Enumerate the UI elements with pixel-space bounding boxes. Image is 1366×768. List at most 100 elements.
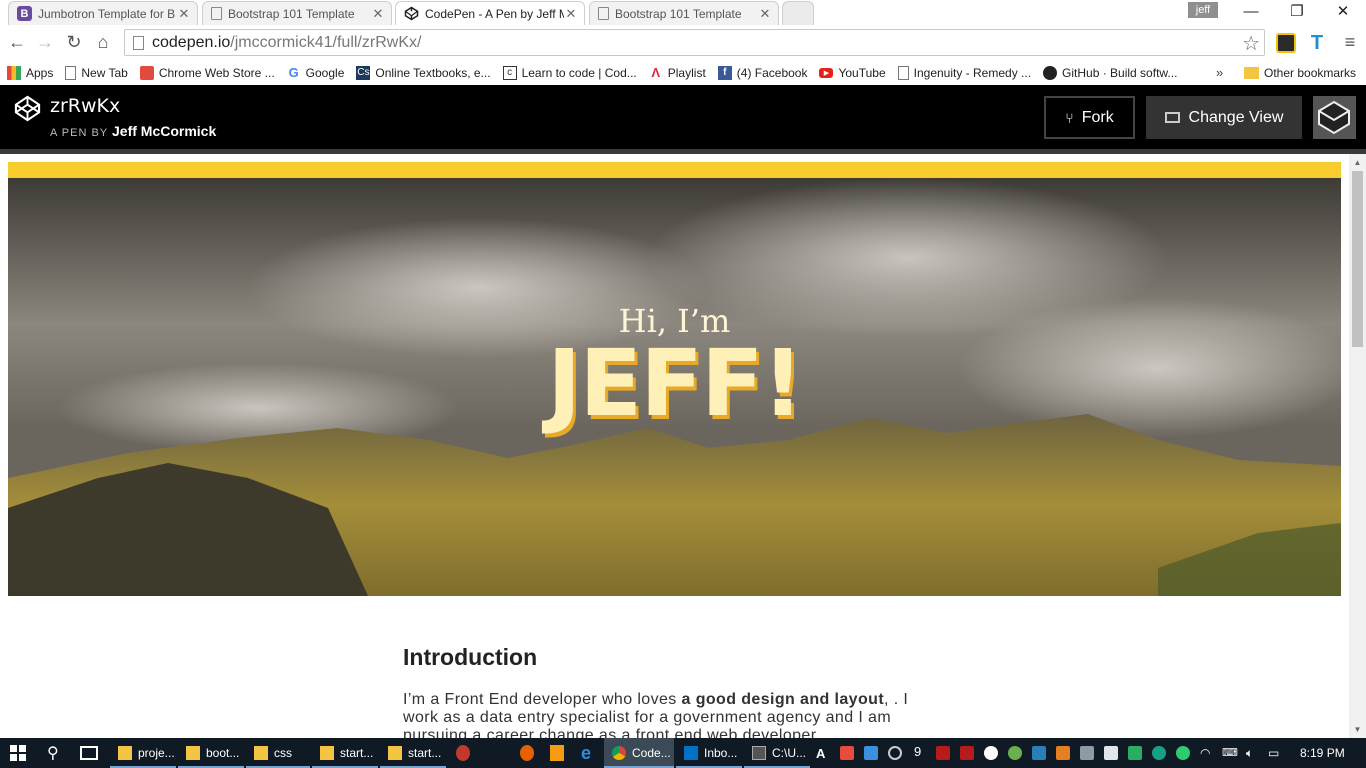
intro-text-bold: a good design and layout [681,691,885,708]
bookmark-playlist[interactable]: Λ Playlist [649,65,705,80]
tray-green-icon[interactable] [1008,746,1022,760]
bookmark-google[interactable]: G Google [287,65,345,80]
tray-grey-icon[interactable] [1080,746,1094,760]
extension-t-icon[interactable]: T [1307,33,1327,53]
codepen-logo-icon[interactable] [14,95,41,122]
user-avatar[interactable] [1313,96,1356,139]
scroll-up-icon[interactable]: ▲ [1349,154,1366,171]
youtube-icon: ▶ [819,67,834,78]
bookmark-label: Chrome Web Store ... [158,65,275,80]
tray-badge[interactable]: 9 [914,744,928,759]
taskbar-clock[interactable]: 8:19 PM [1300,738,1345,768]
pen-byline: A PEN BY Jeff McCormick [50,123,216,139]
scroll-thumb[interactable] [1352,171,1363,347]
bookmark-label: New Tab [81,65,128,80]
extension-checker-icon[interactable] [1276,33,1296,53]
dropbox-icon[interactable] [864,746,878,760]
bookmark-github[interactable]: GitHub · Build softw... [1043,65,1177,80]
taskbar-app-start-1[interactable]: start... [312,738,378,768]
page-icon [211,7,222,20]
notifications-icon[interactable]: ▭ [1268,746,1282,760]
tray-monitor-icon[interactable] [1104,746,1118,760]
bookmark-ingenuity[interactable]: Ingenuity - Remedy ... [897,65,1031,80]
back-button[interactable]: ← [5,30,29,54]
tab-codepen[interactable]: CodePen - A Pen by Jeff M ✕ [395,1,585,25]
tray-app-icon[interactable] [840,746,854,760]
bookmark-facebook[interactable]: f (4) Facebook [717,65,807,80]
taskbar-app-boot[interactable]: boot... [178,738,244,768]
menu-icon[interactable]: ≡ [1340,33,1360,53]
new-tab-button[interactable] [782,1,814,25]
edge-icon[interactable]: e [581,738,591,768]
change-view-button[interactable]: Change View [1146,96,1302,139]
tray-link-icon[interactable] [888,746,902,760]
keyboard-icon[interactable]: ⌨ [1222,746,1238,760]
tray-teal-icon[interactable] [1152,746,1166,760]
bookmark-star-icon[interactable]: ☆ [1242,31,1260,56]
bookmark-codecademy[interactable]: c Learn to code | Cod... [502,65,637,80]
tray-blue-icon[interactable] [1032,746,1046,760]
tray-a-icon[interactable]: A [816,746,830,761]
taskbar-app-proje[interactable]: proje... [110,738,176,768]
tab-jumbotron[interactable]: B Jumbotron Template for B ✕ [8,1,198,25]
bookmark-new-tab[interactable]: New Tab [65,65,128,80]
taskbar-app-css[interactable]: css [246,738,310,768]
other-bookmarks[interactable]: Other bookmarks [1244,60,1356,85]
volume-icon[interactable]: 🔈︎ [1246,746,1260,760]
restore-button[interactable]: ❐ [1274,0,1320,25]
task-view-icon[interactable] [80,738,98,768]
close-window-button[interactable]: ✕ [1320,0,1366,25]
pinned-app-icon[interactable] [456,738,476,768]
bookmark-youtube[interactable]: ▶ YouTube [819,66,886,80]
acrobat-icon-2[interactable] [960,746,974,760]
tab-bootstrap-101-2[interactable]: Bootstrap 101 Template ✕ [589,1,779,25]
bookmark-online-textbooks[interactable]: Cs Online Textbooks, e... [356,65,491,80]
apps-icon [7,65,21,80]
forward-button[interactable]: → [33,30,57,54]
bookmark-apps[interactable]: Apps [7,65,54,80]
reload-button[interactable]: ↻ [62,30,86,54]
bookmarks-overflow-chevron[interactable]: » [1216,60,1223,85]
firefox-icon[interactable] [520,738,540,768]
folder-icon [186,746,200,760]
taskbar-app-start-2[interactable]: start... [380,738,446,768]
folder-icon [388,746,402,760]
address-bar[interactable]: codepen.io/jmccormick41/full/zrRwKx/ ☆ [124,29,1265,56]
bookmark-chrome-web-store[interactable]: Chrome Web Store ... [139,65,275,80]
tray-circle-icon[interactable] [1176,746,1190,760]
acrobat-icon[interactable] [936,746,950,760]
folder-icon [118,746,132,760]
author-link[interactable]: Jeff McCormick [112,123,216,139]
page-info-icon[interactable] [133,35,144,50]
onedrive-icon[interactable] [984,746,998,760]
page-scrollbar[interactable]: ▲ ▼ [1349,154,1366,738]
minimize-button[interactable]: — [1228,0,1274,25]
taskbar-app-console[interactable]: C:\U... [744,738,810,768]
github-icon [1043,65,1058,80]
close-icon[interactable]: ✕ [177,6,191,22]
wifi-icon[interactable]: ◠ [1200,746,1214,760]
folder-icon [254,746,268,760]
bootstrap-icon: B [17,6,32,21]
tray-orange-icon[interactable] [1056,746,1070,760]
top-accent-bar [8,162,1341,178]
fork-icon: ⑂ [1065,109,1074,126]
close-icon[interactable]: ✕ [758,6,772,22]
tab-bootstrap-101[interactable]: Bootstrap 101 Template ✕ [202,1,392,25]
close-icon[interactable]: ✕ [564,6,578,22]
bookmark-label: Apps [26,65,54,80]
taskbar-app-outlook[interactable]: Inbo... [676,738,742,768]
taskbar-app-chrome[interactable]: Code... [604,738,674,768]
profile-chip[interactable]: jeff [1188,2,1218,18]
fork-button[interactable]: ⑂ Fork [1044,96,1135,139]
tray-network-icon[interactable] [1128,746,1142,760]
intro-text-start: I’m a Front End developer who loves [403,691,682,708]
scroll-down-icon[interactable]: ▼ [1349,721,1366,738]
browser-toolbar: ← → ↻ ⌂ codepen.io/jmccormick41/full/zrR… [0,25,1366,60]
home-button[interactable]: ⌂ [91,30,115,54]
media-player-icon[interactable] [550,738,570,768]
search-icon[interactable]: ⚲ [47,738,59,768]
taskbar-app-label: start... [408,746,442,760]
close-icon[interactable]: ✕ [371,6,385,22]
start-button[interactable] [10,738,26,768]
